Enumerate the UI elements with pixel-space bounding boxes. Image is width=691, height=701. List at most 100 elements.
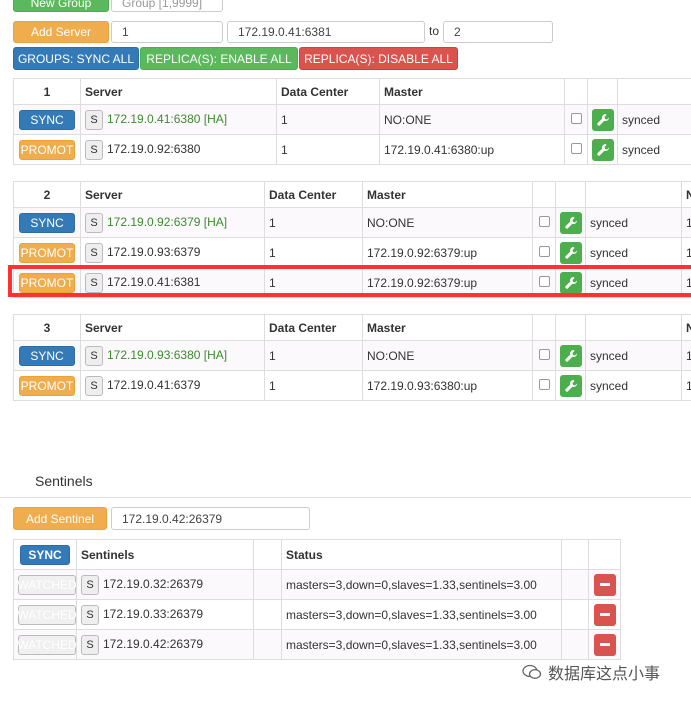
sentinel-address: 172.19.0.33:26379 xyxy=(103,606,204,621)
group-number-input[interactable]: 1 xyxy=(111,21,223,43)
master-header: Master xyxy=(362,181,533,208)
wrench-icon[interactable] xyxy=(560,374,582,397)
sentinels-header: Sentinels xyxy=(76,539,254,570)
master-value: 172.19.0.93:6380:up xyxy=(362,370,533,401)
minus-icon[interactable] xyxy=(593,633,616,656)
s-button[interactable]: S xyxy=(81,634,99,655)
status-header: Status xyxy=(281,539,562,570)
replicas-enable-all-button[interactable]: REPLICA(S): ENABLE ALL xyxy=(140,47,298,70)
groups-sync-all-button[interactable]: GROUPS: SYNC ALL xyxy=(13,47,139,70)
data-center: 1 xyxy=(264,237,363,268)
wrench-icon[interactable] xyxy=(560,241,582,264)
group-id: 1 xyxy=(13,78,81,105)
server-address-input[interactable]: 172.19.0.41:6381 xyxy=(227,21,425,43)
replica-checkbox[interactable] xyxy=(538,348,550,360)
wrench-icon[interactable] xyxy=(592,108,614,131)
table-row: PROMOT S 172.19.0.41:6379 1 172.19.0.93:6… xyxy=(13,370,691,401)
replica-checkbox[interactable] xyxy=(538,215,550,227)
master-header: Master xyxy=(362,314,533,341)
server-address[interactable]: 172.19.0.41:6379 xyxy=(107,378,200,392)
server-address[interactable]: 172.19.0.41:6380 [HA] xyxy=(107,112,227,126)
section-divider xyxy=(0,497,691,498)
group-table-3: 3 Server Data Center Master N SYNC S 172.… xyxy=(13,314,691,401)
data-center-header: Data Center xyxy=(276,78,380,105)
sync-status: synced xyxy=(585,237,682,268)
wechat-icon xyxy=(522,664,542,679)
sentinel-address: 172.19.0.32:26379 xyxy=(103,576,204,591)
wrench-icon[interactable] xyxy=(560,211,582,234)
s-button[interactable]: S xyxy=(85,375,103,396)
to-label: to xyxy=(429,24,440,38)
minus-icon[interactable] xyxy=(593,573,616,596)
table-row: SYNC S 172.19.0.41:6380 [HA] 1 NO:ONE syn… xyxy=(13,104,691,135)
sentinel-status: masters=3,down=0,slaves=1.33,sentinels=3… xyxy=(281,629,562,660)
replica-checkbox[interactable] xyxy=(570,142,582,154)
data-center: 1 xyxy=(276,104,380,135)
next-column-header: N xyxy=(681,181,691,208)
s-button[interactable]: S xyxy=(85,212,103,233)
replica-checkbox[interactable] xyxy=(570,112,582,124)
s-button[interactable]: S xyxy=(81,574,99,595)
server-header: Server xyxy=(80,314,265,341)
sentinel-address-input[interactable]: 172.19.0.42:26379 xyxy=(111,507,310,530)
promote-button[interactable]: PROMOT xyxy=(19,242,75,263)
replica-checkbox[interactable] xyxy=(538,245,550,257)
replicas-disable-all-button[interactable]: REPLICA(S): DISABLE ALL xyxy=(299,47,458,70)
promote-button[interactable]: PROMOT xyxy=(19,139,75,160)
sentinels-table: SYNC Sentinels Status WATCHED S 172.19.0.… xyxy=(13,539,621,660)
table-row: PROMOT S 172.19.0.92:6380 1 172.19.0.41:6… xyxy=(13,134,691,165)
sync-button[interactable]: SYNC xyxy=(19,345,75,366)
watermark-text: 数据库这点小事 xyxy=(548,666,661,683)
target-group-input[interactable]: 2 xyxy=(443,21,553,43)
sync-status: synced xyxy=(585,207,682,238)
data-center-header: Data Center xyxy=(264,314,363,341)
minus-icon[interactable] xyxy=(593,603,616,626)
s-button[interactable]: S xyxy=(85,139,103,160)
new-group-button[interactable]: New Group xyxy=(13,0,109,12)
master-value: 172.19.0.92:6379:up xyxy=(362,237,533,268)
s-button[interactable]: S xyxy=(85,242,103,263)
extra-value: 1 xyxy=(681,207,691,238)
table-row: WATCHED S 172.19.0.42:26379 masters=3,dow… xyxy=(13,629,621,660)
watermark: 数据库这点小事 xyxy=(522,660,660,684)
add-sentinel-button[interactable]: Add Sentinel xyxy=(13,507,107,530)
extra-value: 1 xyxy=(681,237,691,268)
master-value: NO:ONE xyxy=(379,104,565,135)
sentinels-sync-button[interactable]: SYNC xyxy=(20,544,70,565)
server-address[interactable]: 172.19.0.93:6379 xyxy=(107,245,200,259)
wrench-icon[interactable] xyxy=(560,344,582,367)
table-row: SYNC S 172.19.0.92:6379 [HA] 1 NO:ONE syn… xyxy=(13,207,691,238)
table-row: SYNC S 172.19.0.93:6380 [HA] 1 NO:ONE syn… xyxy=(13,340,691,371)
s-button[interactable]: S xyxy=(85,345,103,366)
group-id-input[interactable]: Group [1,9999] xyxy=(111,0,223,12)
server-address[interactable]: 172.19.0.93:6380 [HA] xyxy=(107,348,227,362)
add-server-button[interactable]: Add Server xyxy=(13,21,109,43)
master-value: NO:ONE xyxy=(362,340,533,371)
sync-status: synced xyxy=(617,104,691,135)
data-center: 1 xyxy=(264,340,363,371)
watched-button[interactable]: WATCHED xyxy=(17,604,76,625)
s-button[interactable]: S xyxy=(81,604,99,625)
wrench-icon[interactable] xyxy=(592,138,614,161)
server-address[interactable]: 172.19.0.92:6379 [HA] xyxy=(107,215,227,229)
sync-status: synced xyxy=(617,134,691,165)
sync-button[interactable]: SYNC xyxy=(19,212,75,233)
s-button[interactable]: S xyxy=(85,109,103,130)
server-header: Server xyxy=(80,78,277,105)
sync-button[interactable]: SYNC xyxy=(19,109,75,130)
server-header: Server xyxy=(80,181,265,208)
promote-button[interactable]: PROMOT xyxy=(19,375,75,396)
server-address[interactable]: 172.19.0.92:6380 xyxy=(107,142,200,156)
extra-value: 1 xyxy=(681,340,691,371)
watched-button[interactable]: WATCHED xyxy=(17,634,76,655)
master-value: NO:ONE xyxy=(362,207,533,238)
data-center: 1 xyxy=(264,207,363,238)
table-row: WATCHED S 172.19.0.33:26379 masters=3,dow… xyxy=(13,599,621,630)
watched-button[interactable]: WATCHED xyxy=(17,574,76,595)
sentinel-address: 172.19.0.42:26379 xyxy=(103,636,204,651)
group-id: 2 xyxy=(13,181,81,208)
sync-status: synced xyxy=(585,340,682,371)
sentinels-title: Sentinels xyxy=(35,473,93,489)
highlight-box xyxy=(8,265,691,297)
replica-checkbox[interactable] xyxy=(538,378,550,390)
